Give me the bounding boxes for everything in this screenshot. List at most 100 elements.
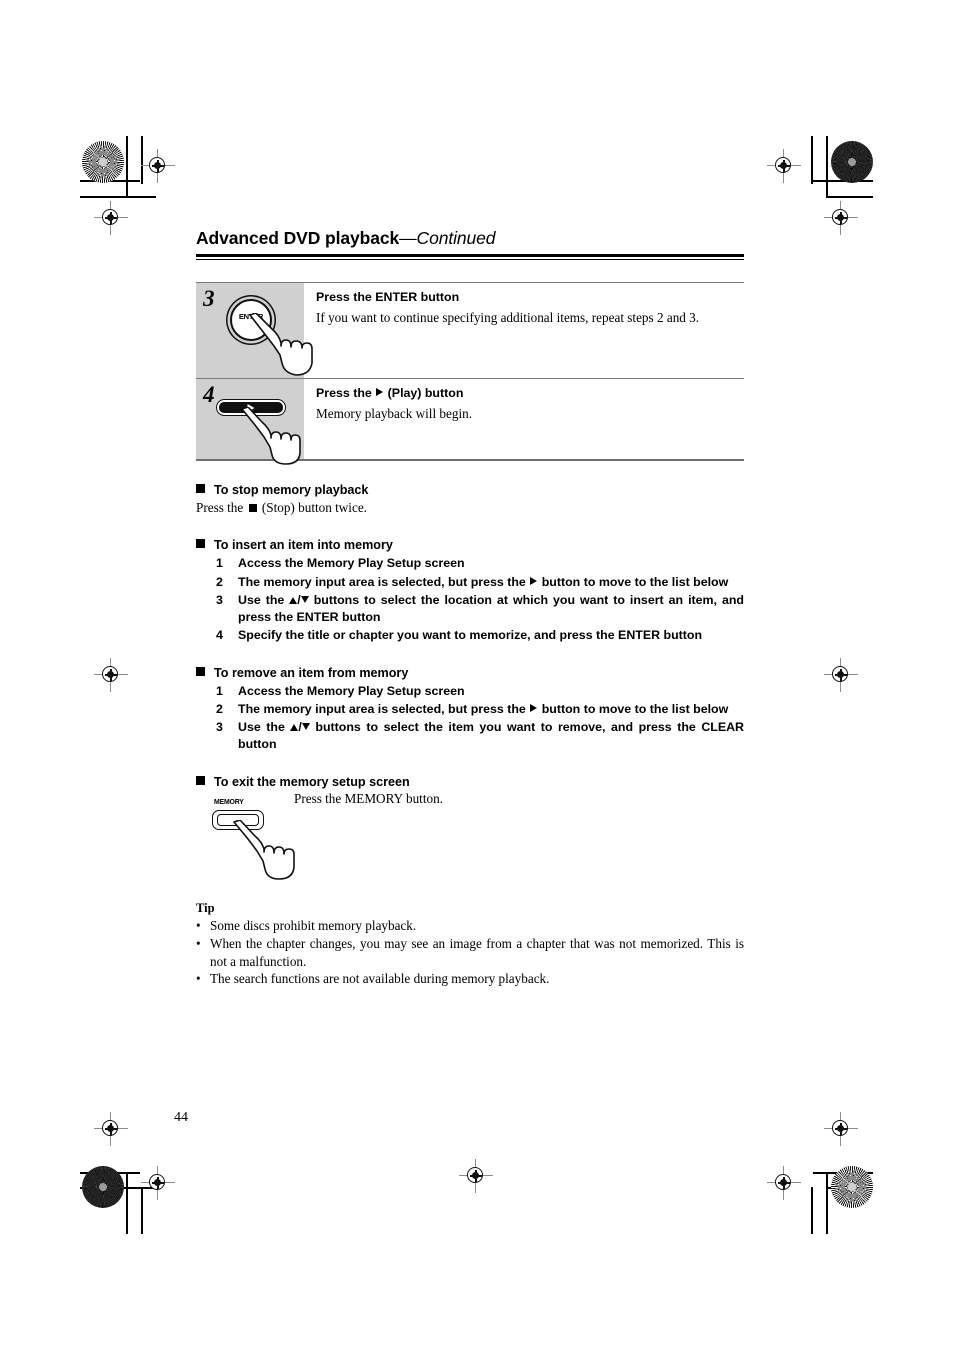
list-item: 1 Access the Memory Play Setup screen [196,683,744,700]
memory-button-figure: MEMORY Press the MEMORY button. [196,791,744,887]
step-row: 4 Press the (Play) button Memory playbac… [196,378,744,465]
page-content: Advanced DVD playback—Continued 3 ENTER … [196,228,744,988]
right-triangle-icon [530,704,538,713]
down-triangle-icon [301,723,310,731]
memory-button-label: MEMORY [214,797,244,807]
step-3-description: If you want to continue specifying addit… [316,309,700,325]
list-item-text: Use the / buttons to select the item you… [238,720,745,752]
section-heading: To insert an item into memory [196,538,744,552]
bullet-square-icon [196,484,205,493]
print-color-target-bottom-left [82,1166,124,1208]
stop-instruction: Press the (Stop) button twice. [196,499,744,516]
list-item-text: Use the / buttons to select the location… [238,592,745,624]
step-4-figure: 4 [196,379,304,465]
section-exit-memory-setup: To exit the memory setup screen MEMORY P… [196,775,744,887]
insert-steps-list: 1 Access the Memory Play Setup screen 2 … [196,555,744,644]
section-heading: To exit the memory setup screen [196,775,744,789]
list-item: 4 Specify the title or chapter you want … [196,627,744,644]
play-button-icon [216,399,286,416]
step-3-title: Press the ENTER button [316,290,460,304]
page-title-main: Advanced DVD playback [196,228,400,248]
list-item-text: Specify the title or chapter you want to… [238,627,703,642]
bullet-square-icon [196,539,205,549]
step-4-title-suffix: (Play) button [384,386,464,400]
step-3-number: 3 [203,286,215,311]
registration-mark-middle-left [94,658,128,692]
list-item: 1 Access the Memory Play Setup screen [196,555,744,572]
step-4-body: Press the (Play) button Memory playback … [304,379,744,459]
list-item: • When the chapter changes, you may see … [196,935,744,970]
step-3-figure: 3 ENTER [196,283,313,378]
registration-mark-top-right-lower [824,201,858,235]
section-heading: To remove an item from memory [196,666,744,680]
header-rule-thin [196,259,744,260]
list-item-number: 1 [216,556,223,571]
list-item-number: 2 [216,574,223,589]
registration-mark-bottom-left-upper [94,1112,128,1146]
list-item-text: Access the Memory Play Setup screen [238,556,465,571]
section-stop-memory-playback: To stop memory playback Press the (Stop)… [196,483,744,516]
bullet-dot-icon: • [196,918,201,934]
section-heading-text: To stop memory playback [214,483,369,497]
step-4-description: Memory playback will begin. [316,405,473,421]
list-item: • Some discs prohibit memory playback. [196,917,744,935]
right-triangle-icon [530,576,538,585]
step-row: 3 ENTER Press the ENTER button If you wa… [196,283,744,378]
page-title-continued: —Continued [399,228,496,248]
list-item-text: The memory input area is selected, but p… [238,574,729,589]
list-item-number: 3 [216,592,223,607]
registration-mark-bottom-right-lower [767,1166,801,1200]
up-triangle-icon [289,596,298,604]
registration-mark-top-right-upper [767,149,801,183]
section-remove-item: To remove an item from memory 1 Access t… [196,666,744,753]
registration-mark-bottom-center [459,1159,493,1193]
list-item-text: Access the Memory Play Setup screen [238,683,465,698]
registration-mark-bottom-right-upper [824,1112,858,1146]
tip-section: Tip • Some discs prohibit memory playbac… [196,901,744,987]
print-color-target-top-right [831,141,873,183]
tip-item-text: When the chapter changes, you may see an… [210,935,744,969]
enter-button-label: ENTER [238,312,264,321]
print-color-target-bottom-right [831,1166,873,1208]
stop-instruction-suffix: (Stop) button twice. [258,500,367,515]
step-4-title-prefix: Press the [316,386,376,400]
step-table-bottom-rule [196,459,744,461]
tip-item-text: The search functions are not available d… [210,971,550,987]
step-4-title: Press the (Play) button [316,386,744,402]
section-heading-text: To remove an item from memory [214,665,409,680]
bullet-dot-icon: • [196,971,201,987]
list-item-text: The memory input area is selected, but p… [238,702,729,717]
registration-mark-bottom-left-lower [141,1166,175,1200]
step-table: 3 ENTER Press the ENTER button If you wa… [196,282,744,465]
enter-button-icon: ENTER [230,299,272,341]
list-item: 3 Use the / buttons to select the locati… [196,592,744,626]
page-number: 44 [174,1110,188,1125]
up-triangle-icon [290,724,299,732]
bullet-dot-icon: • [196,935,201,951]
tip-heading: Tip [196,901,215,916]
print-color-target-top-left [82,141,124,183]
stop-instruction-prefix: Press the [196,500,247,515]
memory-instruction: Press the MEMORY button. [294,791,443,807]
section-heading-text: To insert an item into memory [214,538,393,553]
list-item: 2 The memory input area is selected, but… [196,574,744,591]
list-item: • The search functions are not available… [196,970,744,988]
header-rule-thick [196,254,744,257]
list-item-number: 4 [216,627,223,642]
stop-square-icon [248,504,257,512]
bullet-square-icon [196,776,205,786]
list-item-number: 2 [216,702,223,717]
registration-mark-top-left-lower [94,201,128,235]
registration-mark-top-left-upper [141,149,175,183]
list-item-number: 3 [216,720,223,735]
list-item: 2 The memory input area is selected, but… [196,701,744,718]
registration-mark-middle-right [824,658,858,692]
down-triangle-icon [300,595,309,603]
step-4-number: 4 [203,382,215,407]
step-3-body: Press the ENTER button If you want to co… [304,283,744,378]
section-insert-item: To insert an item into memory 1 Access t… [196,538,744,644]
section-heading-text: To exit the memory setup screen [214,775,410,790]
tip-list: • Some discs prohibit memory playback. •… [196,917,744,987]
remove-steps-list: 1 Access the Memory Play Setup screen 2 … [196,683,744,753]
manual-page: Advanced DVD playback—Continued 3 ENTER … [0,0,954,1351]
